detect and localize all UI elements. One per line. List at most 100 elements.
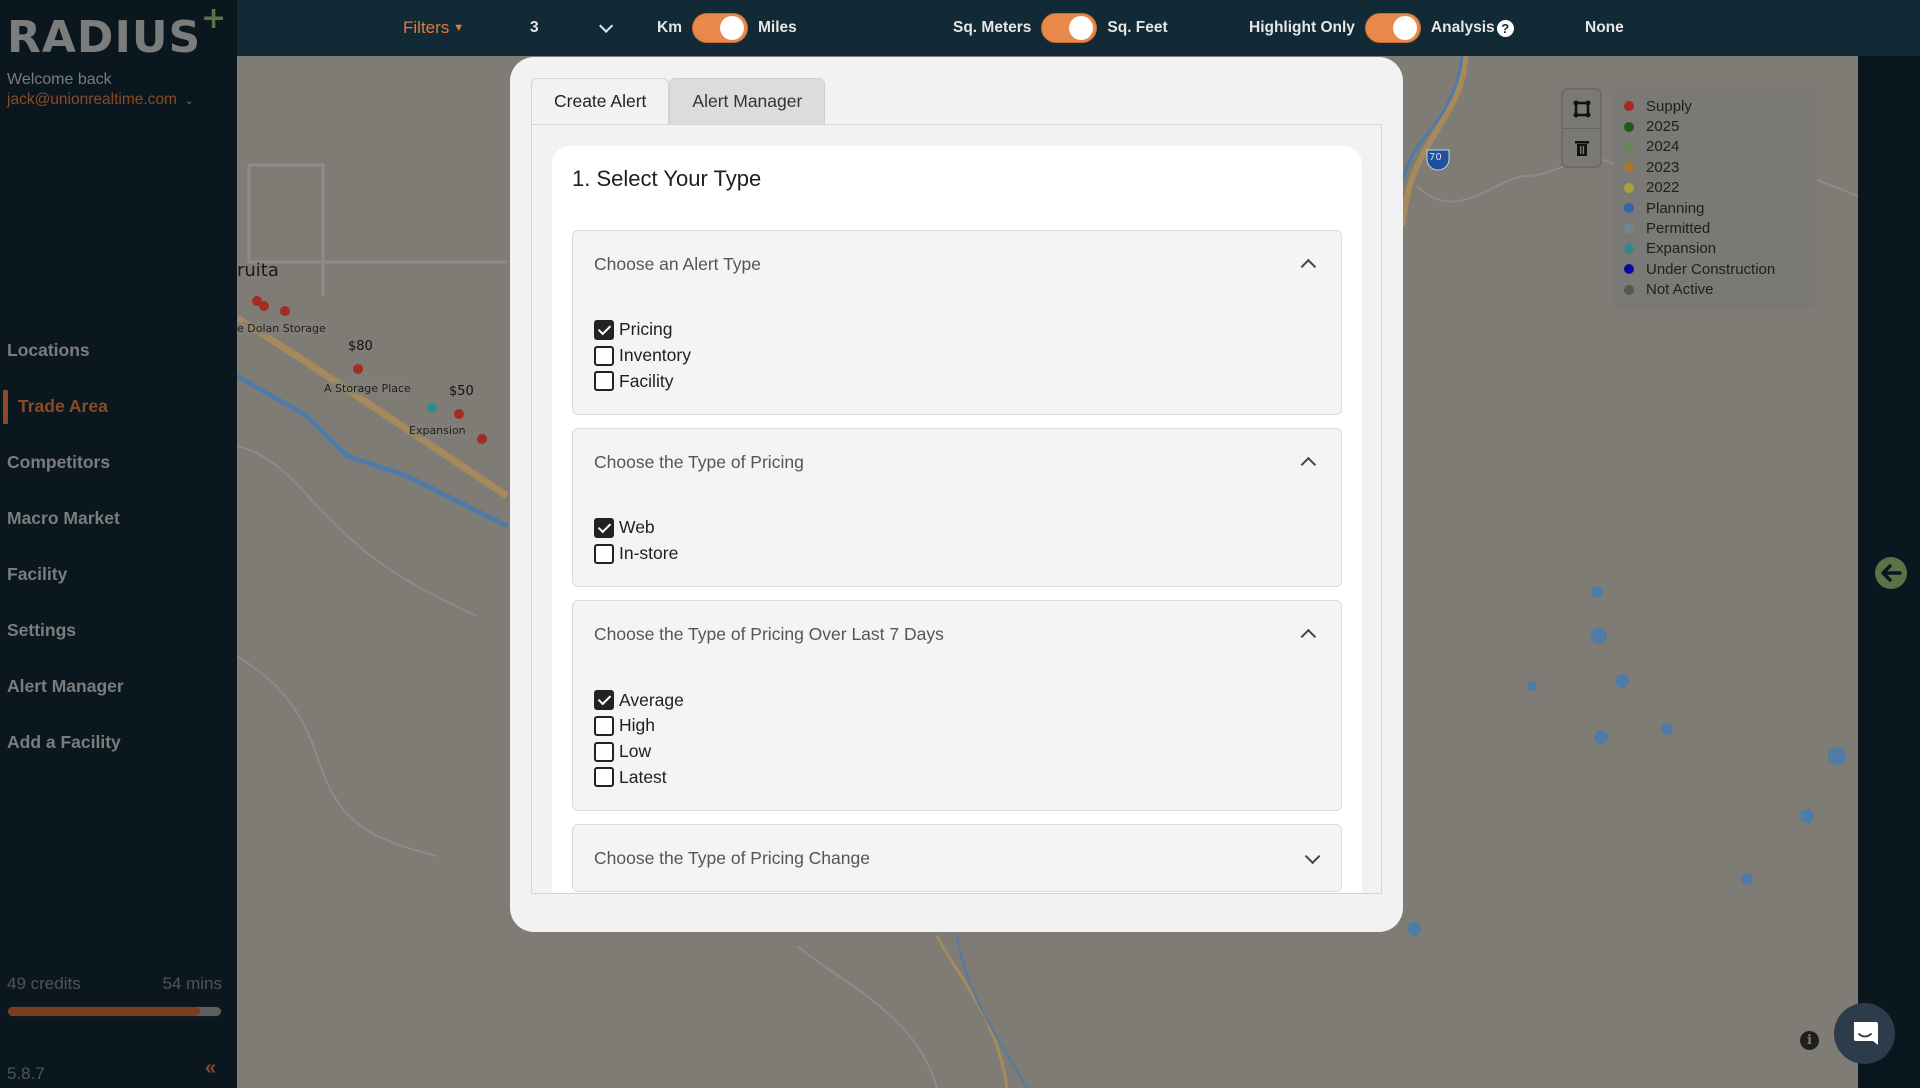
legend-label: 2022 xyxy=(1646,179,1680,197)
sidebar-item-trade-area[interactable]: Trade Area xyxy=(0,378,237,434)
facility-label: Expansion xyxy=(409,424,466,437)
legend-label: 2023 xyxy=(1646,158,1680,176)
supply-marker xyxy=(353,364,363,374)
analysis-toggle-group: Highlight Only Analysis ? xyxy=(1249,0,1514,56)
accordion-header[interactable]: Choose an Alert Type xyxy=(594,231,1320,297)
legend-dot-icon xyxy=(1624,223,1634,234)
accordion-header[interactable]: Choose the Type of Pricing xyxy=(594,429,1320,495)
legend-item: 2024 xyxy=(1624,137,1817,157)
checkbox-option[interactable]: Latest xyxy=(594,765,1320,791)
analysis-select[interactable]: None xyxy=(1585,0,1920,56)
trash-icon xyxy=(1574,140,1589,156)
checkbox-unchecked[interactable] xyxy=(594,767,614,788)
filters-button[interactable]: Filters ▼ xyxy=(403,0,464,56)
legend-item: Permitted xyxy=(1624,218,1817,238)
checkbox-label: Inventory xyxy=(619,345,691,366)
radius-logo: RADIUS xyxy=(7,12,202,63)
logo-plus-icon: + xyxy=(201,1,227,36)
sidebar-item-label: Alert Manager xyxy=(7,675,124,696)
sidebar-item-facility[interactable]: Facility xyxy=(0,546,237,602)
highway-road xyxy=(935,935,1009,1088)
accordion-title: Choose the Type of Pricing Change xyxy=(594,847,870,868)
sidebar-item-alert-manager[interactable]: Alert Manager xyxy=(0,658,237,714)
accordion-header[interactable]: Choose the Type of Pricing Over Last 7 D… xyxy=(594,601,1320,667)
legend-label: Expansion xyxy=(1646,240,1717,258)
sidebar-item-macro-market[interactable]: Macro Market xyxy=(0,490,237,546)
legend-label: Permitted xyxy=(1646,220,1711,238)
legend-item: 2023 xyxy=(1624,157,1817,177)
checkbox-label: Low xyxy=(619,741,652,762)
checkbox-label: Average xyxy=(619,689,684,710)
legend-label: 2024 xyxy=(1646,138,1680,156)
price-label: $50 xyxy=(449,384,474,399)
chevron-down-icon xyxy=(1304,848,1321,864)
legend-item: Under Construction xyxy=(1624,259,1817,279)
sidebar-item-label: Facility xyxy=(7,563,68,584)
checkbox-checked[interactable] xyxy=(594,517,614,538)
chat-launcher-button[interactable] xyxy=(1834,1003,1895,1064)
lake xyxy=(1661,723,1673,735)
legend-dot-icon xyxy=(1624,121,1634,132)
accordion-body: Average High Low Latest xyxy=(594,667,1320,810)
sidebar-item-label: Macro Market xyxy=(7,507,120,528)
lake xyxy=(1594,730,1608,744)
delete-drawing-button[interactable] xyxy=(1563,128,1600,166)
expand-panel-button[interactable] xyxy=(1875,557,1907,589)
analysis-toggle[interactable] xyxy=(1364,13,1421,43)
analysis-select-value: None xyxy=(1585,19,1624,36)
sidebar-item-label: Competitors xyxy=(7,451,111,472)
accordion-section: Choose the Type of Pricing Over Last 7 D… xyxy=(572,600,1342,812)
checkbox-option[interactable]: Pricing xyxy=(594,317,1320,343)
tab-create-alert[interactable]: Create Alert xyxy=(531,78,670,124)
checkbox-checked[interactable] xyxy=(594,690,614,711)
sidebar-item-settings[interactable]: Settings xyxy=(0,602,237,658)
sidebar-item-label: Settings xyxy=(7,619,77,640)
draw-polygon-button[interactable] xyxy=(1563,90,1600,128)
collapse-sidebar-icon[interactable]: « xyxy=(205,1057,216,1080)
checkbox-label: Latest xyxy=(619,766,667,787)
checkbox-label: In-store xyxy=(619,543,679,564)
checkbox-option[interactable]: Inventory xyxy=(594,343,1320,369)
checkbox-option[interactable]: Web xyxy=(594,515,1320,541)
info-icon[interactable]: i xyxy=(1800,1031,1819,1050)
area-toggle[interactable] xyxy=(1041,13,1098,43)
time-remaining: 54 mins xyxy=(162,974,222,993)
sidebar-item-add-facility[interactable]: Add a Facility xyxy=(0,714,237,770)
checkbox-unchecked[interactable] xyxy=(594,345,614,366)
polygon-icon xyxy=(1573,100,1590,118)
accordion-section: Choose the Type of Pricing Change xyxy=(572,824,1342,893)
price-label: $80 xyxy=(348,339,373,354)
legend-dot-icon xyxy=(1624,243,1634,254)
lake xyxy=(1591,586,1603,598)
sidebar-item-locations[interactable]: Locations xyxy=(0,322,237,378)
tab-alert-manager[interactable]: Alert Manager xyxy=(669,78,826,124)
checkbox-unchecked[interactable] xyxy=(594,543,614,564)
checkbox-option[interactable]: In-store xyxy=(594,541,1320,567)
checkbox-option[interactable]: High xyxy=(594,713,1320,739)
checkbox-unchecked[interactable] xyxy=(594,715,614,736)
caret-down-icon: ▼ xyxy=(453,22,465,34)
arrow-left-icon xyxy=(1881,564,1902,582)
checkbox-option[interactable]: Average xyxy=(594,687,1320,713)
river xyxy=(956,935,1028,1088)
checkbox-checked[interactable] xyxy=(594,319,614,340)
chevron-up-icon xyxy=(1300,258,1317,274)
checkbox-unchecked[interactable] xyxy=(594,741,614,762)
sidebar-item-competitors[interactable]: Competitors xyxy=(0,434,237,490)
accordion-section: Choose the Type of Pricing Web In-store xyxy=(572,428,1342,588)
credits-count: 49 credits xyxy=(7,974,81,993)
accordion-header[interactable]: Choose the Type of Pricing Change xyxy=(594,825,1321,891)
help-icon[interactable]: ? xyxy=(1496,19,1514,37)
checkbox-label: Web xyxy=(619,517,655,538)
map-road xyxy=(237,445,478,617)
checkbox-option[interactable]: Facility xyxy=(594,368,1320,394)
legend-dot-icon xyxy=(1624,264,1634,275)
welcome-text: Welcome back xyxy=(7,71,112,88)
checkbox-option[interactable]: Low xyxy=(594,739,1320,765)
user-menu[interactable]: jack@unionrealtime.com ⌄ xyxy=(7,91,193,109)
accordion-title: Choose the Type of Pricing Over Last 7 D… xyxy=(594,623,944,644)
checkbox-unchecked[interactable] xyxy=(594,371,614,392)
chevron-down-icon: ⌄ xyxy=(184,95,194,107)
units-miles-label: Miles xyxy=(757,19,797,36)
units-toggle[interactable] xyxy=(691,13,748,43)
